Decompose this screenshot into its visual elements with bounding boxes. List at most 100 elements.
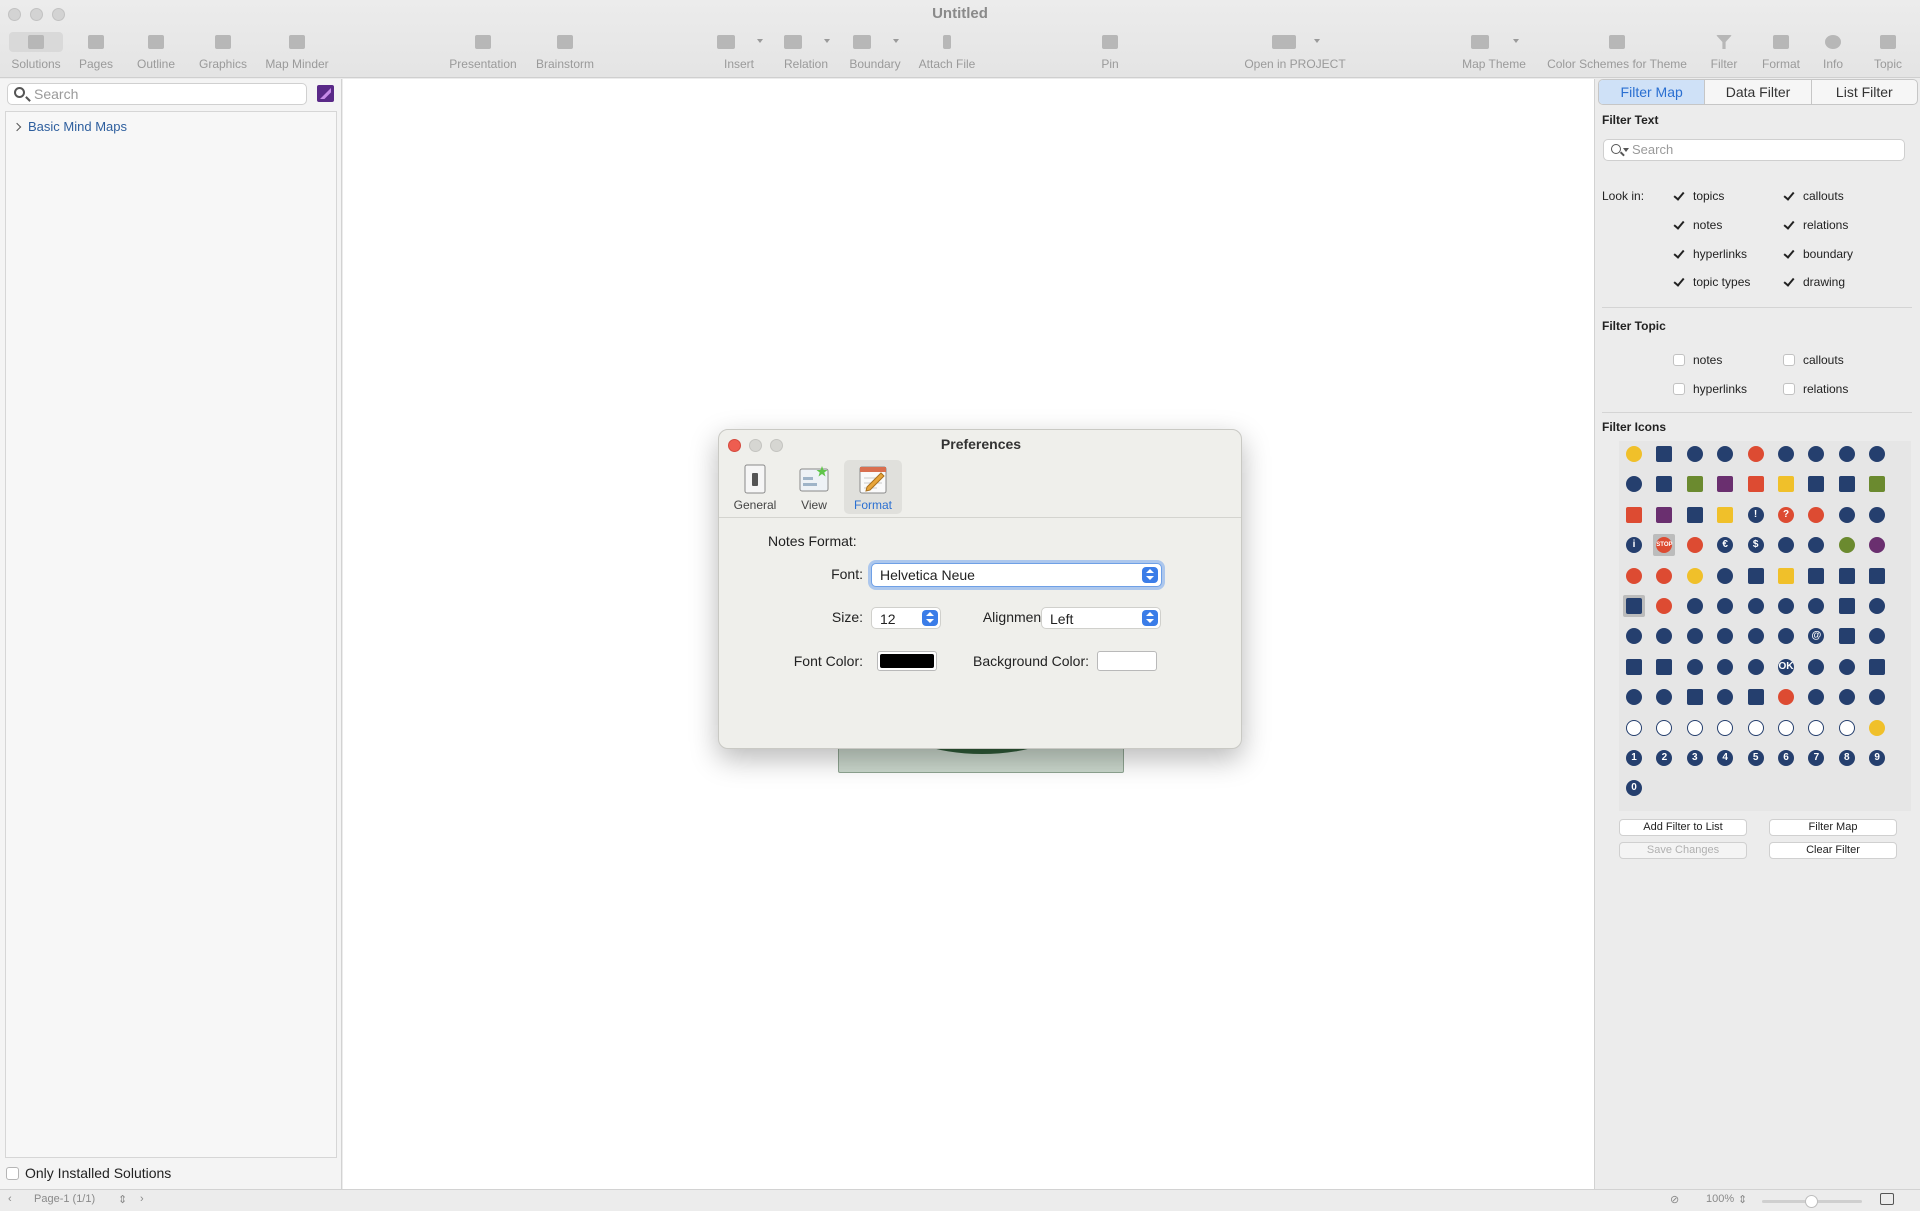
toolbar-graphics-button[interactable]: Graphics (192, 30, 254, 76)
only-installed-checkbox[interactable]: Only Installed Solutions (6, 1165, 171, 1181)
arrow-left-right-icon[interactable] (1775, 473, 1797, 495)
no-entry-icon[interactable] (1684, 534, 1706, 556)
thumbs-down-icon[interactable] (1745, 656, 1767, 678)
size-select[interactable]: 12 (871, 607, 941, 629)
toolbar-insert-button[interactable]: Insert (709, 30, 769, 76)
question-icon[interactable]: ? (1775, 504, 1797, 526)
info-icon[interactable]: i (1623, 534, 1645, 556)
solution-color-icon[interactable] (317, 85, 334, 102)
ok-icon[interactable]: OK (1775, 656, 1797, 678)
filter-topic-relations-checkbox[interactable]: relations (1783, 382, 1848, 396)
look-in-notes-checkbox[interactable]: notes (1673, 218, 1722, 232)
number-5-icon[interactable]: 5 (1745, 747, 1767, 769)
pin-yellow-icon[interactable] (1684, 565, 1706, 587)
pin-black-icon[interactable] (1775, 534, 1797, 556)
toolbar-map-minder-button[interactable]: Map Minder (260, 30, 334, 76)
folder-icon[interactable] (1836, 565, 1858, 587)
lightning-icon[interactable] (1623, 686, 1645, 708)
gavel-icon[interactable] (1714, 686, 1736, 708)
mailbox-icon[interactable] (1836, 625, 1858, 647)
look-in-callouts-checkbox[interactable]: callouts (1783, 189, 1844, 203)
document-icon[interactable] (1866, 565, 1888, 587)
alignment-select[interactable]: Left (1041, 607, 1161, 629)
look-in-drawing-checkbox[interactable]: drawing (1783, 275, 1845, 289)
arrow-left-icon[interactable] (1745, 473, 1767, 495)
toolbar-map-theme-button[interactable]: Map Theme (1456, 30, 1532, 76)
hourglass-icon[interactable] (1836, 595, 1858, 617)
pin-red-icon[interactable] (1653, 565, 1675, 587)
filter-topic-hyperlinks-checkbox[interactable]: hyperlinks (1673, 382, 1747, 396)
solutions-search-field[interactable] (7, 83, 307, 105)
home-icon[interactable] (1714, 625, 1736, 647)
toolbar-pages-button[interactable]: Pages (72, 30, 120, 76)
flag-pink-icon[interactable] (1684, 504, 1706, 526)
footprints-icon[interactable] (1805, 686, 1827, 708)
number-1-icon[interactable]: 1 (1623, 747, 1645, 769)
toolbar-brainstorm-button[interactable]: Brainstorm (530, 30, 600, 76)
smile-icon[interactable] (1775, 443, 1797, 465)
toolbar-outline-button[interactable]: Outline (128, 30, 184, 76)
megaphone-icon[interactable] (1623, 625, 1645, 647)
toolbar-topic-button[interactable]: Topic (1864, 30, 1912, 76)
dollar-icon[interactable]: $ (1745, 534, 1767, 556)
progress-1-icon[interactable] (1653, 717, 1675, 739)
hand-icon[interactable] (1805, 504, 1827, 526)
tab-data-filter[interactable]: Data Filter (1705, 80, 1812, 104)
group-icon[interactable] (1805, 595, 1827, 617)
stop-icon[interactable]: STOP (1653, 534, 1676, 557)
people-icon[interactable] (1836, 656, 1858, 678)
calendar-icon[interactable] (1684, 686, 1706, 708)
page-next-icon[interactable]: › (140, 1193, 144, 1205)
number-3-icon[interactable]: 3 (1684, 747, 1706, 769)
page-prev-icon[interactable]: ‹ (8, 1193, 12, 1205)
progress-4-icon[interactable] (1745, 717, 1767, 739)
checkbox-box[interactable] (6, 1167, 19, 1180)
flag-black-icon[interactable] (1805, 473, 1827, 495)
progress-5-icon[interactable] (1775, 717, 1797, 739)
filter-topic-notes-checkbox[interactable]: notes (1673, 353, 1722, 367)
add-filter-to-list-button[interactable]: Add Filter to List (1619, 819, 1747, 836)
coffee-icon[interactable] (1684, 625, 1706, 647)
look-in-hyperlinks-checkbox[interactable]: hyperlinks (1673, 247, 1747, 261)
number-9-icon[interactable]: 9 (1866, 747, 1888, 769)
toolbar-open-in-project-button[interactable]: Open in PROJECT (1240, 30, 1350, 76)
sad-icon[interactable] (1805, 443, 1827, 465)
bomb-icon[interactable] (1836, 504, 1858, 526)
number-7-icon[interactable]: 7 (1805, 747, 1827, 769)
glasses-icon[interactable] (1745, 595, 1767, 617)
progress-7-icon[interactable] (1836, 717, 1858, 739)
number-6-icon[interactable]: 6 (1775, 747, 1797, 769)
page-stepper-icon[interactable]: ⇕ (118, 1193, 127, 1206)
toolbar-presentation-button[interactable]: Presentation (444, 30, 522, 76)
link-icon[interactable] (1866, 625, 1888, 647)
notebook-icon[interactable] (1623, 595, 1645, 617)
hide-icon[interactable]: ⊘ (1670, 1193, 1679, 1206)
lock-icon[interactable] (1745, 565, 1767, 587)
flag-red-icon[interactable] (1623, 504, 1645, 526)
camera-icon[interactable] (1653, 686, 1675, 708)
eye-icon[interactable] (1775, 595, 1797, 617)
arrow-down-icon[interactable] (1714, 473, 1736, 495)
background-color-well[interactable] (1097, 651, 1157, 671)
cross-icon[interactable] (1745, 443, 1767, 465)
flag-purple-icon[interactable] (1653, 504, 1675, 526)
toolbar-color-schemes-button[interactable]: Color Schemes for Theme (1542, 30, 1692, 76)
progress-3-icon[interactable] (1714, 717, 1736, 739)
zoom-stepper-icon[interactable]: ⇕ (1738, 1193, 1747, 1206)
look-in-boundary-checkbox[interactable]: boundary (1783, 247, 1853, 261)
zoom-slider-knob[interactable] (1805, 1195, 1818, 1208)
frown-icon[interactable] (1836, 443, 1858, 465)
tab-list-filter[interactable]: List Filter (1812, 80, 1917, 104)
flag-green-icon[interactable] (1866, 473, 1888, 495)
filter-search-input[interactable] (1632, 142, 1892, 157)
number-8-icon[interactable]: 8 (1836, 747, 1858, 769)
progress-0-icon[interactable] (1623, 717, 1645, 739)
arrow-right-icon[interactable] (1684, 473, 1706, 495)
prefs-tab-view[interactable]: View (785, 460, 843, 514)
angry-icon[interactable] (1866, 443, 1888, 465)
globe-icon[interactable] (1775, 625, 1797, 647)
save-icon[interactable] (1805, 565, 1827, 587)
scales-icon[interactable] (1866, 686, 1888, 708)
phone-icon[interactable] (1684, 656, 1706, 678)
filter-map-button[interactable]: Filter Map (1769, 819, 1897, 836)
